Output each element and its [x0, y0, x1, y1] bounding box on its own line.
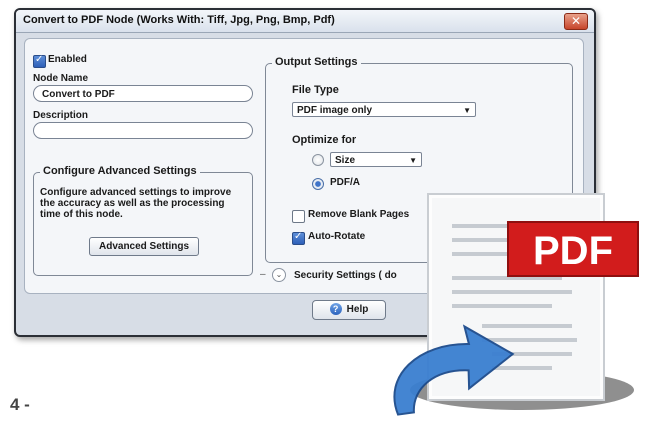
remove-blank-checkbox[interactable] — [292, 210, 305, 223]
size-select[interactable]: Size ▼ — [330, 152, 422, 167]
file-type-value: PDF image only — [297, 105, 373, 116]
size-radio[interactable] — [312, 154, 324, 166]
help-label: Help — [346, 304, 369, 315]
enabled-label: Enabled — [48, 54, 87, 65]
pdfa-label: PDF/A — [330, 177, 360, 188]
auto-rotate-label: Auto-Rotate — [308, 231, 366, 242]
page-number: 4 - — [10, 395, 30, 414]
window-title: Convert to PDF Node (Works With: Tiff, J… — [23, 14, 335, 26]
close-button[interactable]: ✕ — [564, 13, 588, 30]
file-type-select[interactable]: PDF image only ▼ — [292, 102, 476, 117]
title-bar: Convert to PDF Node (Works With: Tiff, J… — [16, 10, 594, 33]
close-icon: ✕ — [570, 14, 582, 28]
size-value: Size — [335, 155, 356, 166]
auto-rotate-checkbox[interactable] — [292, 231, 305, 245]
dropdown-arrow-icon: ▼ — [463, 106, 471, 115]
node-name-field[interactable]: Convert to PDF — [33, 85, 253, 102]
advanced-group-title: Configure Advanced Settings — [40, 165, 200, 177]
node-name-label: Node Name — [33, 73, 89, 84]
optimize-label: Optimize for — [292, 134, 357, 146]
pdf-badge-text: PDF — [533, 229, 613, 273]
advanced-description: Configure advanced settings to improve t… — [40, 187, 232, 220]
file-type-label: File Type — [292, 84, 339, 96]
description-field[interactable] — [33, 122, 253, 139]
dropdown-arrow-icon: ▼ — [409, 156, 417, 165]
description-label: Description — [33, 110, 89, 121]
help-icon: ? — [329, 303, 342, 316]
pdf-conversion-graphic: PDF — [393, 193, 639, 416]
output-group-title: Output Settings — [272, 56, 361, 68]
advanced-settings-button[interactable]: Advanced Settings — [89, 237, 199, 256]
advanced-settings-group: Configure Advanced Settings Configure ad… — [33, 165, 253, 276]
enabled-checkbox[interactable] — [33, 54, 46, 68]
separator-dash: – — [260, 269, 266, 280]
expand-chevron-icon[interactable]: ⌄ — [272, 268, 286, 282]
pdfa-radio[interactable] — [312, 178, 324, 190]
pdf-badge: PDF — [507, 221, 639, 277]
